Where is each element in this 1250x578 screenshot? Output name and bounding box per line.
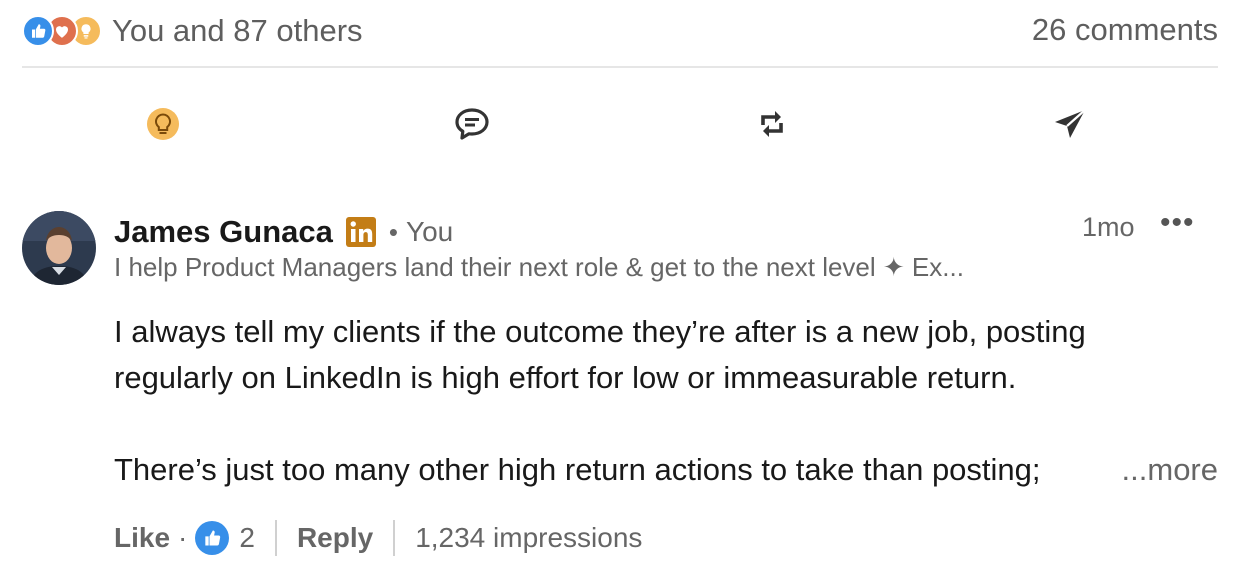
more-options-button[interactable]: ••• (1160, 206, 1195, 240)
separator-dot: • (388, 216, 398, 247)
send-button[interactable] (1048, 104, 1092, 148)
comment-text-line: regularly on LinkedIn is high effort for… (114, 360, 1017, 395)
separator-dot: · (178, 522, 188, 553)
avatar[interactable] (22, 211, 96, 285)
divider (22, 66, 1218, 68)
insightful-reaction-button[interactable] (141, 104, 185, 148)
comments-count[interactable]: 26 comments (1032, 12, 1218, 48)
comment-timestamp: 1mo (1082, 212, 1135, 242)
author-headline: I help Product Managers land their next … (114, 252, 964, 282)
like-icon (22, 15, 54, 47)
repost-icon (755, 105, 789, 148)
like-button[interactable]: Like (114, 522, 170, 554)
insightful-icon (146, 107, 180, 146)
comment-text-line: There’s just too many other high return … (114, 452, 1041, 487)
reactions-summary-text[interactable]: You and 87 others (112, 13, 363, 49)
author-name[interactable]: James Gunaca (114, 214, 333, 250)
comment-author-row: James Gunaca • You (114, 210, 453, 254)
comment-icon (453, 106, 491, 147)
repost-button[interactable] (750, 104, 794, 148)
linkedin-badge-icon (345, 216, 377, 248)
impressions-count: 1,234 impressions (415, 522, 643, 553)
comment-footer: Like · 2 Reply 1,234 impressions (114, 516, 642, 560)
send-icon (1052, 106, 1088, 147)
comment-button[interactable] (450, 104, 494, 148)
divider (274, 520, 277, 556)
divider (393, 520, 396, 556)
like-count[interactable]: 2 (239, 522, 255, 554)
see-more-link[interactable]: ...more (1122, 452, 1218, 488)
reply-button[interactable]: Reply (297, 522, 373, 554)
reactions-summary[interactable]: You and 87 others (22, 10, 363, 52)
like-icon (195, 521, 230, 555)
comment-text-line: I always tell my clients if the outcome … (114, 314, 1086, 349)
relation-label: You (405, 216, 454, 247)
